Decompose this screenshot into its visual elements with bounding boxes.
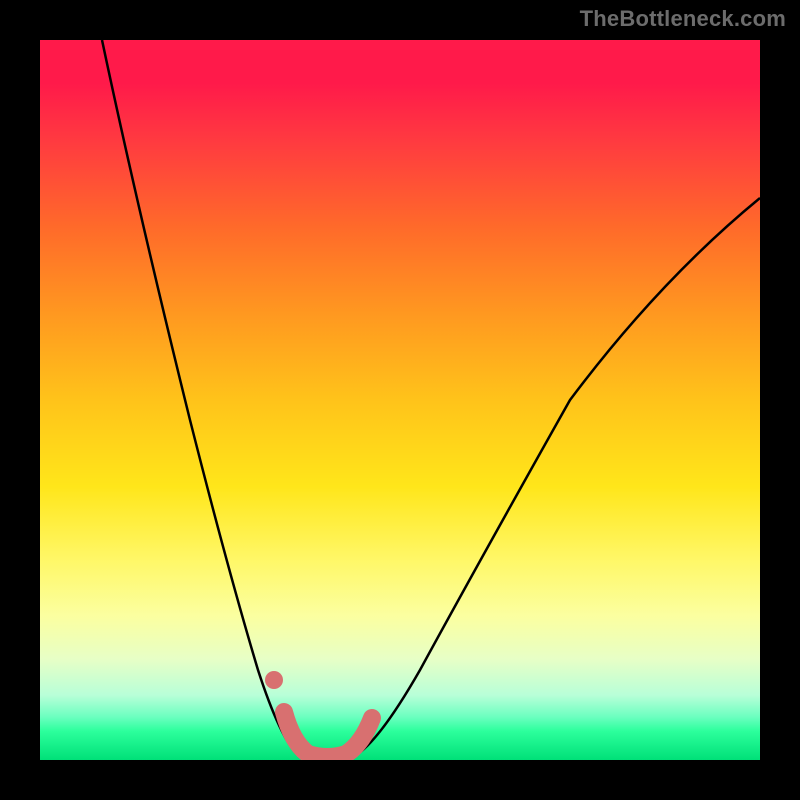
highlight-dot-icon bbox=[265, 671, 283, 689]
plot-area bbox=[40, 40, 760, 760]
bottom-highlight bbox=[284, 712, 372, 757]
curve-overlay bbox=[40, 40, 760, 760]
chart-frame: TheBottleneck.com bbox=[0, 0, 800, 800]
curve-left-branch bbox=[102, 40, 298, 755]
curve-right-branch bbox=[356, 198, 760, 755]
watermark-text: TheBottleneck.com bbox=[580, 6, 786, 32]
